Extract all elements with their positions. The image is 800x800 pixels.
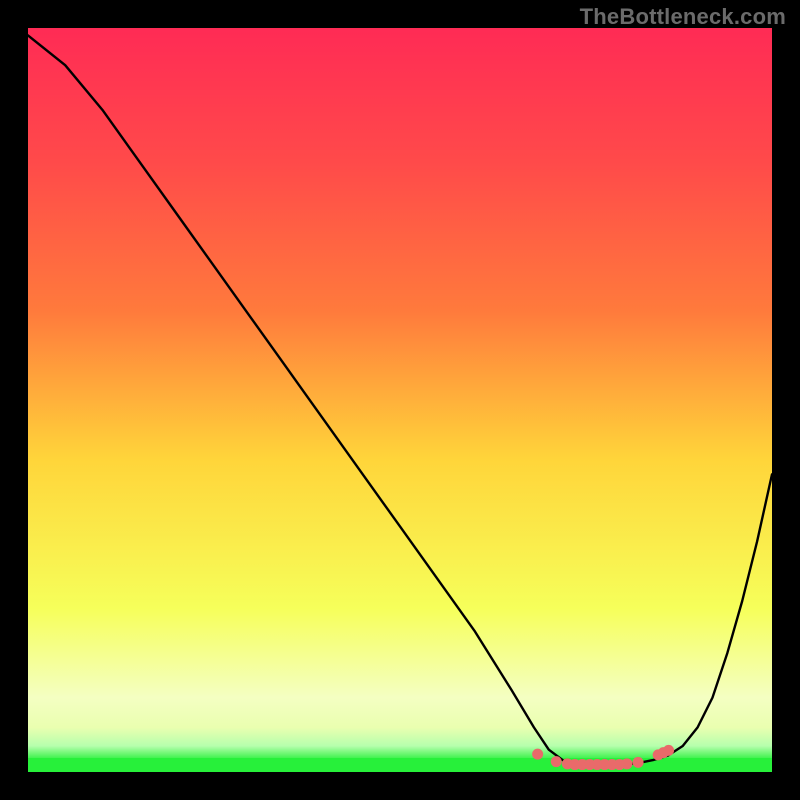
chart-frame: TheBottleneck.com [0, 0, 800, 800]
bottleneck-chart [28, 28, 772, 772]
optimal-dot [532, 749, 543, 760]
optimal-dot [663, 745, 674, 756]
optimal-dot [633, 757, 644, 768]
optimal-dot [551, 756, 562, 767]
optimal-dot [621, 758, 632, 769]
watermark-text: TheBottleneck.com [580, 4, 786, 30]
optimal-band [28, 758, 772, 772]
chart-svg [28, 28, 772, 772]
heat-background [28, 28, 772, 772]
